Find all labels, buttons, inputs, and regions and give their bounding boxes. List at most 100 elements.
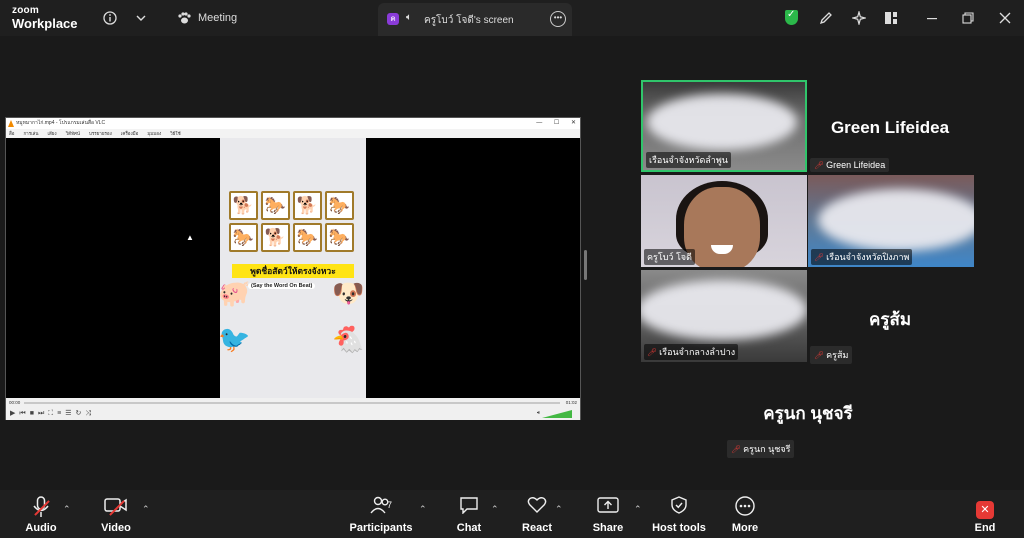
vlc-controls: ▶ ⏮ ■ ⏭ ⛶ ≡ ☰ ↻ ⤨ 🔊︎ <box>6 407 580 420</box>
vlc-seek-bar[interactable]: 00:00 01:02 <box>6 398 580 407</box>
participant-name-large: Green Lifeidea <box>830 118 950 137</box>
volume-level-fill <box>542 410 572 418</box>
restore-icon[interactable] <box>958 8 978 28</box>
share-screen-icon <box>573 496 643 520</box>
share-label: Share <box>592 522 624 534</box>
time-total: 01:02 <box>565 400 577 405</box>
vlc-menu-item[interactable]: วิดีทัศน์ <box>66 129 80 138</box>
title-bar: zoom Workplace Meeting ค 🔈︎ ครูโบว์ โจดี… <box>0 0 1024 36</box>
chat-label: Chat <box>456 522 482 534</box>
end-label: End <box>974 522 996 534</box>
ai-sparkle-icon[interactable] <box>849 8 869 28</box>
next-icon[interactable]: ⏭ <box>38 407 44 420</box>
participant-tile-khru-bow[interactable]: ครูโบว์ โจดี <box>641 175 807 267</box>
panel-splitter-handle[interactable] <box>584 250 587 280</box>
react-options-caret-icon[interactable]: ⌃ <box>555 504 563 515</box>
close-icon[interactable] <box>995 8 1015 28</box>
horse-icon: 🐎 <box>325 223 354 252</box>
screen-share-tab[interactable]: ค 🔈︎ ครูโบว์ โจดี's screen ••• <box>378 3 572 36</box>
video-options-caret-icon[interactable]: ⌃ <box>142 504 150 515</box>
mic-muted-icon: 🎤︎ <box>814 253 825 262</box>
host-tools-button[interactable]: Host tools <box>644 496 714 534</box>
participant-tile-lamphun[interactable]: เรือนจำจังหวัดลำพูน <box>641 80 807 172</box>
more-button[interactable]: More <box>710 496 780 534</box>
participants-button[interactable]: 7 Participants <box>345 496 417 534</box>
participants-count: 7 <box>387 500 393 510</box>
audio-label: Audio <box>25 522 57 534</box>
shield-host-icon <box>644 496 714 520</box>
playlist-icon[interactable]: ☰ <box>65 407 71 420</box>
mic-muted-icon: 🎤︎ <box>814 351 825 360</box>
camera-off-icon <box>81 496 151 520</box>
video-label: Video <box>101 522 131 534</box>
end-button[interactable]: ✕ End <box>950 496 1020 534</box>
participant-name: 🎤︎ เรือนจำจังหวัดปิงภาพ <box>811 249 913 265</box>
participants-icon: 7 <box>345 496 417 520</box>
shield-icon[interactable] <box>785 9 798 25</box>
participant-tile-pingphap[interactable]: 🎤︎ เรือนจำจังหวัดปิงภาพ <box>808 175 974 267</box>
vlc-window-buttons[interactable]: — ☐ ✕ <box>536 118 576 129</box>
vlc-title-bar: หมูหมากาไก่.mp4 - โปรแกรมเล่นสื่อ VLC — … <box>6 118 580 129</box>
previous-icon[interactable]: ⏮ <box>19 407 25 420</box>
share-options-caret-icon[interactable]: ⌃ <box>634 504 642 515</box>
vlc-menu-item[interactable]: วิธีใช้ <box>170 129 181 138</box>
audio-options-caret-icon[interactable]: ⌃ <box>63 504 71 515</box>
more-dots-icon <box>710 496 780 520</box>
play-icon[interactable]: ▶ <box>10 407 15 420</box>
vlc-menu-item[interactable]: บรรยายรอง <box>89 129 112 138</box>
loop-icon[interactable]: ↻ <box>76 407 82 420</box>
volume-slider[interactable]: 🔊︎ <box>537 410 572 418</box>
horse-icon: 🐎 <box>261 191 290 220</box>
meeting-toolbar: Audio ⌃ Video ⌃ 7 Participants ⌃ Chat ⌃ … <box>0 490 1024 538</box>
vlc-menu-item[interactable]: เครื่องมือ <box>121 129 139 138</box>
video-button[interactable]: Video <box>81 496 151 534</box>
participant-name-tag: 🎤︎ Green Lifeidea <box>810 158 890 172</box>
participants-label: Participants <box>349 522 413 534</box>
dog-icon: 🐕 <box>229 191 258 220</box>
more-options-icon[interactable]: ••• <box>550 11 566 27</box>
minimize-icon[interactable] <box>922 8 942 28</box>
participant-name-tag: 🎤︎ ครูนก นุชจรี <box>727 440 795 458</box>
shuffle-icon[interactable]: ⤨ <box>85 407 91 420</box>
vlc-menu-item[interactable]: มุมมอง <box>147 129 161 138</box>
zoom-logo: zoom Workplace <box>12 6 78 31</box>
mouse-cursor-icon: ▲ <box>186 233 194 242</box>
vlc-menu-item[interactable]: สื่อ <box>9 129 14 138</box>
participant-name-tag: 🎤︎ ครูส้ม <box>810 346 853 364</box>
participants-options-caret-icon[interactable]: ⌃ <box>419 504 427 515</box>
participant-name: 🎤︎ เรือนจำกลางลำปาง <box>644 344 739 360</box>
host-tools-label: Host tools <box>652 522 706 534</box>
dog-icon: 🐕 <box>293 191 322 220</box>
time-elapsed: 00:00 <box>9 400 21 405</box>
seek-track[interactable] <box>24 402 560 404</box>
chicken-icon: 🐔 <box>332 324 365 354</box>
react-button[interactable]: React <box>502 496 572 534</box>
react-label: React <box>522 522 552 534</box>
vlc-cone-icon <box>8 120 14 127</box>
vlc-menu-item[interactable]: เสียง <box>48 129 57 138</box>
blur-mask <box>647 94 797 150</box>
audio-button[interactable]: Audio <box>6 496 76 534</box>
pig-icon: 🐖 <box>220 278 251 308</box>
horse-icon: 🐎 <box>229 223 258 252</box>
extended-settings-icon[interactable]: ≡ <box>57 407 61 420</box>
animal-card-grid: 🐕 🐎 🐕 🐎 🐎 🐕 🐎 🐎 <box>229 191 357 252</box>
chat-options-caret-icon[interactable]: ⌃ <box>491 504 499 515</box>
participant-tile-lampang[interactable]: 🎤︎ เรือนจำกลางลำปาง <box>641 270 807 362</box>
stop-icon[interactable]: ■ <box>30 407 34 420</box>
fullscreen-icon[interactable]: ⛶ <box>48 407 53 420</box>
vlc-menu-item[interactable]: การเล่น <box>23 129 38 138</box>
participant-name: ครูโบว์ โจดี <box>644 249 695 265</box>
info-icon[interactable] <box>100 8 120 28</box>
layout-icon[interactable] <box>881 8 901 28</box>
dog-icon: 🐕 <box>261 223 290 252</box>
meeting-tab-label[interactable]: Meeting <box>198 12 237 24</box>
mic-muted-icon: 🎤︎ <box>731 445 742 454</box>
vlc-video-area[interactable]: ▲ 🐕 🐎 🐕 🐎 🐎 🐕 🐎 🐎 พูดชื่อสัตว์ให้ตรงจังห… <box>6 138 580 398</box>
video-sub-banner: (Say the Word On Beat) <box>248 283 316 289</box>
chevron-down-icon[interactable] <box>131 8 151 28</box>
dog-cartoon-icon: 🐶 <box>332 278 365 308</box>
share-button[interactable]: Share <box>573 496 643 534</box>
chat-button[interactable]: Chat <box>434 496 504 534</box>
edit-pen-icon[interactable] <box>816 8 836 28</box>
